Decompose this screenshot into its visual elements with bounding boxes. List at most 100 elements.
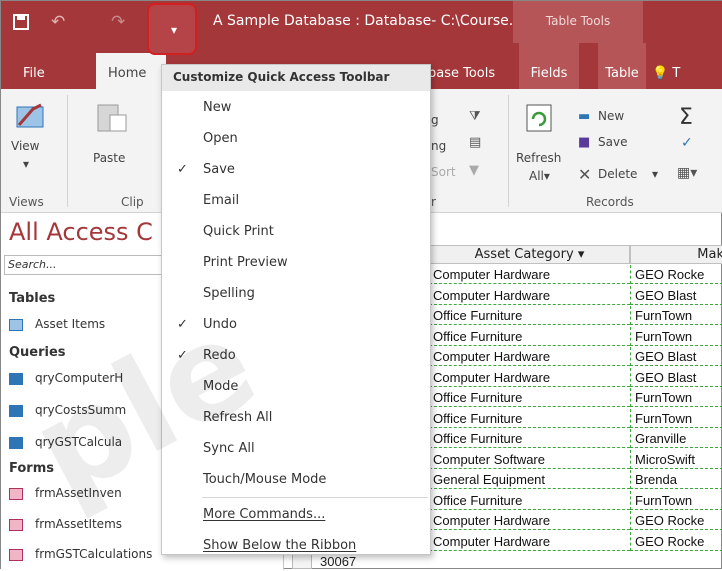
cell-make[interactable]: GEO Blast [630,285,722,305]
nav-item-query[interactable]: qryComputerH [9,371,123,385]
cell-make[interactable]: FurnTown [630,408,722,428]
form-icon [9,548,23,561]
redo-icon[interactable]: ↷ [111,12,125,32]
sort-label-a: g [431,113,439,127]
refresh-button[interactable]: Refresh [516,151,561,165]
menu-item-quick-print[interactable]: Quick Print [162,217,430,248]
cell-asset-category[interactable]: Computer Hardware [429,347,630,367]
sort-label-c: Sort [431,165,456,179]
cell-make[interactable]: Granville [630,429,722,449]
view-button[interactable]: View [11,139,39,153]
menu-item-save[interactable]: ✓ Save [162,155,430,186]
menu-item-redo[interactable]: ✓ Redo [162,341,430,372]
menu-item-sync-all[interactable]: Sync All [162,434,430,465]
menu-item-print-preview[interactable]: Print Preview [162,248,430,279]
tell-me[interactable]: 💡 T [652,66,680,81]
cell-asset-category[interactable]: Computer Hardware [429,511,630,531]
cell-make[interactable]: FurnTown [630,490,722,510]
nav-item-query[interactable]: qryGSTCalcula [9,435,122,449]
tab-fields[interactable]: Fields [519,43,579,89]
tab-table[interactable]: Table [598,43,646,89]
menu-item-label: Email [203,193,240,208]
menu-item-undo[interactable]: ✓ Undo [162,310,430,341]
cell-asset-category[interactable]: Office Furniture [429,388,630,408]
customize-qat-button[interactable]: ▾ [147,3,197,55]
cell-asset-category[interactable]: Computer Hardware [429,265,630,285]
cell-asset-category[interactable]: Office Furniture [429,429,630,449]
group-views: Views [9,195,44,209]
tab-file[interactable]: File [23,66,45,81]
cell-asset-category[interactable]: Computer Hardware [429,286,630,305]
cell-asset-category[interactable]: Computer Hardware [429,368,630,387]
more-icon[interactable]: ▦▾ [677,165,697,181]
menu-item-touch-mouse-mode[interactable]: Touch/Mouse Mode [162,465,430,496]
paste-button[interactable]: Paste [93,151,125,165]
menu-item-mode[interactable]: Mode [162,372,430,403]
cell-asset-category[interactable]: Computer Software [429,450,630,469]
cell-make[interactable]: MicroSwift [630,449,722,469]
toggle-filter-icon[interactable]: ▼ [469,163,479,178]
menu-item-show-below-ribbon[interactable]: Show Below the Ribbon [162,531,430,562]
nav-item-query[interactable]: qryCostsSumm [9,403,126,417]
nav-group-forms[interactable]: Forms [9,461,54,476]
tab-database-tools[interactable]: base Tools [428,66,495,81]
spelling-icon[interactable]: ✓ [681,135,693,151]
save-record-button[interactable]: Save [598,135,627,149]
save-icon[interactable] [13,14,29,30]
chevron-down-icon[interactable]: ▾ [578,247,585,262]
menu-item-label: Print Preview [203,255,288,270]
cell-make[interactable]: FurnTown [630,326,722,346]
refresh-all-dropdown[interactable]: All▾ [529,169,550,183]
column-header-asset-category[interactable]: Asset Category ▾ [429,245,630,264]
chevron-down-icon[interactable]: ▾ [23,157,29,171]
cell-asset-category[interactable]: Office Furniture [429,491,630,510]
query-icon [9,436,23,449]
new-record-button[interactable]: New [598,109,624,123]
cell-make[interactable]: GEO Rocke [630,531,722,551]
nav-item-form[interactable]: frmGSTCalculations [9,547,152,561]
nav-header[interactable]: All Access C [9,218,153,246]
delete-icon: ✕ [578,165,592,184]
chevron-down-icon[interactable]: ▾ [652,167,658,181]
cell-make[interactable]: Brenda [630,470,722,490]
group-records: Records [586,195,634,209]
menu-item-email[interactable]: Email [162,186,430,217]
undo-icon[interactable]: ↶ [51,12,65,32]
menu-item-label: Refresh All [203,410,273,425]
nav-item-form[interactable]: frmAssetInven [9,486,122,500]
column-header-make[interactable]: Mak [630,245,722,264]
query-icon [9,372,23,385]
menu-item-more-commands[interactable]: More Commands... [162,500,430,531]
refresh-icon [526,104,552,132]
nav-item-table[interactable]: Asset Items [9,317,105,331]
cell-asset-category[interactable]: Office Furniture [429,306,630,326]
nav-group-tables[interactable]: Tables [9,291,55,306]
cell-make[interactable]: GEO Blast [630,347,722,367]
group-clipboard: Clip [121,195,144,209]
cell-make[interactable]: GEO Blast [630,367,722,387]
cell-make[interactable]: FurnTown [630,306,722,326]
cell-asset-category[interactable]: General Equipment [429,470,630,490]
menu-item-refresh-all[interactable]: Refresh All [162,403,430,434]
delete-button[interactable]: Delete [598,167,637,181]
menu-item-label: Undo [203,317,237,332]
nav-group-queries[interactable]: Queries [9,345,66,360]
cell-make[interactable]: GEO Rocke [630,511,722,531]
nav-item-form[interactable]: frmAssetItems [9,517,122,531]
menu-item-label: Sync All [203,441,255,456]
cell-make[interactable]: GEO Rocke [630,265,722,285]
menu-item-label: Mode [203,379,239,394]
cell-asset-category[interactable]: Computer Hardware [429,532,630,551]
selection-icon[interactable]: ▤ [469,135,481,150]
menu-item-open[interactable]: Open [162,124,430,155]
menu-item-label: More Commands... [203,507,326,522]
cell-asset-category[interactable]: Office Furniture [429,409,630,428]
menu-item-new[interactable]: New [162,93,430,124]
tab-home[interactable]: Home [96,53,166,89]
totals-icon[interactable]: Σ [679,105,693,130]
cell-make[interactable]: FurnTown [630,388,722,408]
check-icon: ✓ [177,317,188,332]
menu-item-spelling[interactable]: Spelling [162,279,430,310]
cell-asset-category[interactable]: Office Furniture [429,327,630,346]
filter-icon[interactable]: ⧩ [469,109,481,124]
